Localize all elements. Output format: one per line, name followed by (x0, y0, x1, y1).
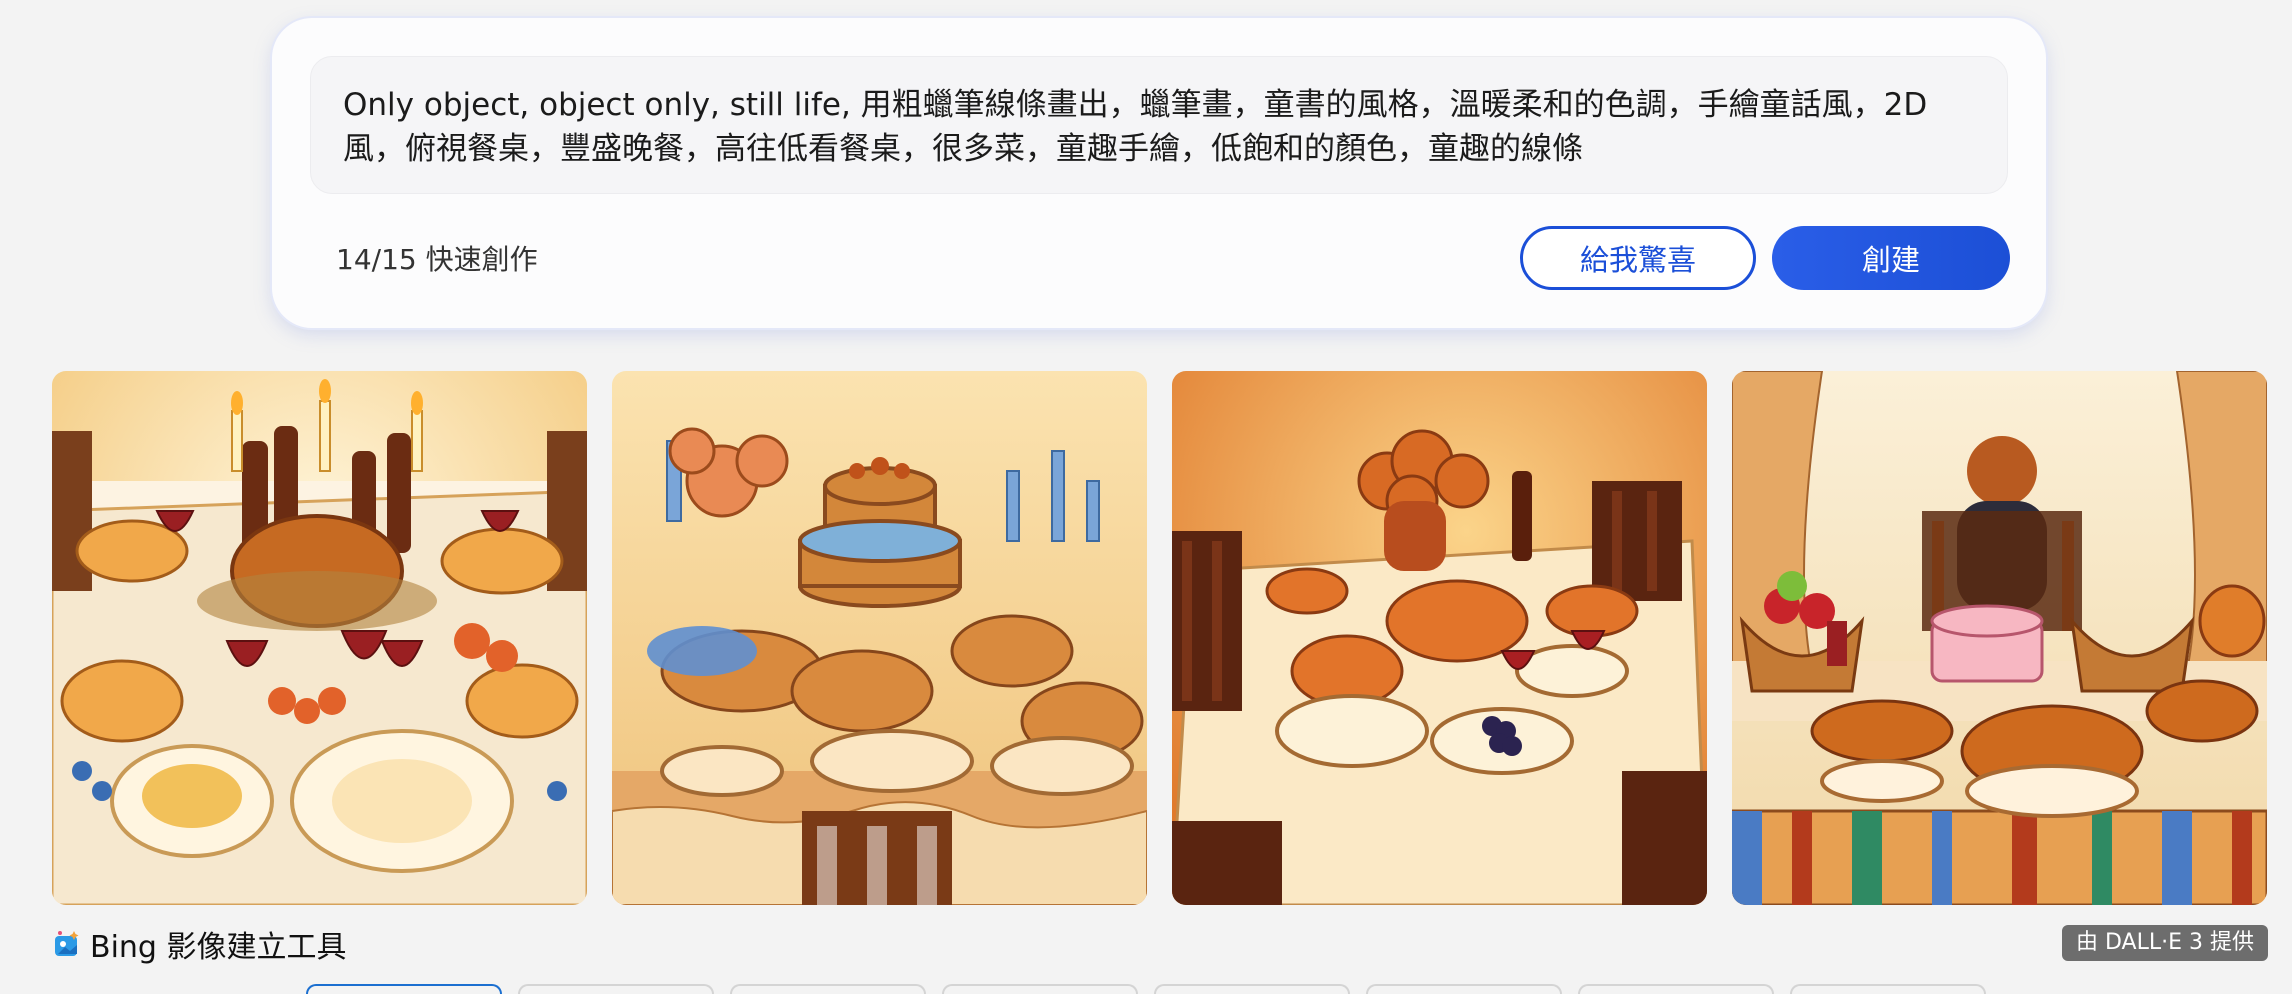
prompt-card: Only object, object only, still life, 用粗… (272, 18, 2046, 328)
tab-2[interactable] (518, 984, 714, 994)
tab-6[interactable] (1366, 984, 1562, 994)
tab-5[interactable] (1154, 984, 1350, 994)
feast-table-illustration-2-icon (612, 371, 1147, 905)
bing-image-creator-icon (55, 931, 79, 956)
prompt-input[interactable]: Only object, object only, still life, 用粗… (310, 56, 2008, 194)
tab-7[interactable] (1578, 984, 1774, 994)
surprise-me-button[interactable]: 給我驚喜 (1520, 226, 1756, 290)
generated-image-4[interactable] (1732, 371, 2267, 905)
generated-image-2[interactable] (612, 371, 1147, 905)
generated-image-1[interactable] (52, 371, 587, 905)
create-button[interactable]: 創建 (1772, 226, 2010, 290)
feast-table-illustration-3-icon (1172, 371, 1707, 905)
generated-image-3[interactable] (1172, 371, 1707, 905)
feast-table-illustration-1-icon (52, 371, 587, 905)
tab-1[interactable] (306, 984, 502, 994)
tab-3[interactable] (730, 984, 926, 994)
dalle-badge: 由 DALL·E 3 提供 (2062, 925, 2268, 961)
tab-4[interactable] (942, 984, 1138, 994)
tab-8[interactable] (1790, 984, 1986, 994)
feast-table-illustration-4-icon (1732, 371, 2267, 905)
image-gallery (52, 371, 2292, 905)
boost-counter: 14/15 快速創作 (336, 243, 538, 276)
bottom-tabs (300, 984, 2000, 994)
brand-footer: Bing 影像建立工具 (52, 922, 347, 966)
brand-name: Bing 影像建立工具 (90, 930, 347, 965)
prompt-footer: 14/15 快速創作 給我驚喜 創建 (336, 226, 2010, 290)
